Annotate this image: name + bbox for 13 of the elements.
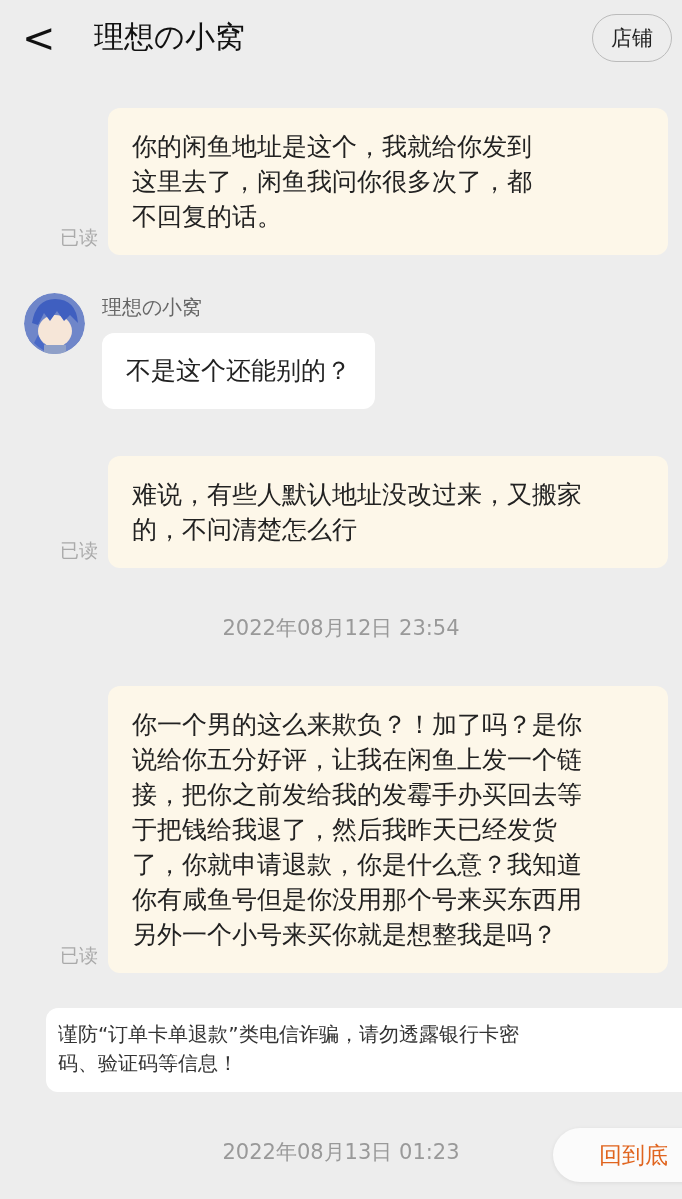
read-status: 已读 [60,538,98,563]
sender-name: 理想の小窝 [102,295,202,319]
read-status: 已读 [60,943,98,968]
sent-message: 你的闲鱼地址是这个，我就给你发到这里去了，闲鱼我问你很多次了，都不回复的话。 [132,131,533,233]
read-status: 已读 [60,225,98,250]
back-button[interactable]: < [22,17,70,58]
sent-message: 你一个男的这么来欺负？！加了吗？是你说给你五分好评，让我在闲鱼上发一个链接，把你之前发给我的发霉手办买回去等于把钱给我退了，然后我昨天已经发货了，你就申请退款，你是什么意？我知道你有咸鱼号但是你没用那个号来买东西用另外一个小号来买你就是想整我是吗？ [132,709,583,951]
sent-message: 难说，有些人默认地址没改过来，又搬家的，不问清楚怎么行 [132,479,583,546]
chat-title: 理想の小窝 [94,18,246,56]
fraud-warning: 谨防“订单卡单退款”类电信诈骗，请勿透露银行卡密码、验证码等信息！ [58,1021,520,1077]
received-message: 不是这个还能别的？ [102,333,375,409]
timestamp: 2022年08月13日 01:23 [222,1139,460,1166]
timestamp: 2022年08月12日 23:54 [222,615,460,642]
